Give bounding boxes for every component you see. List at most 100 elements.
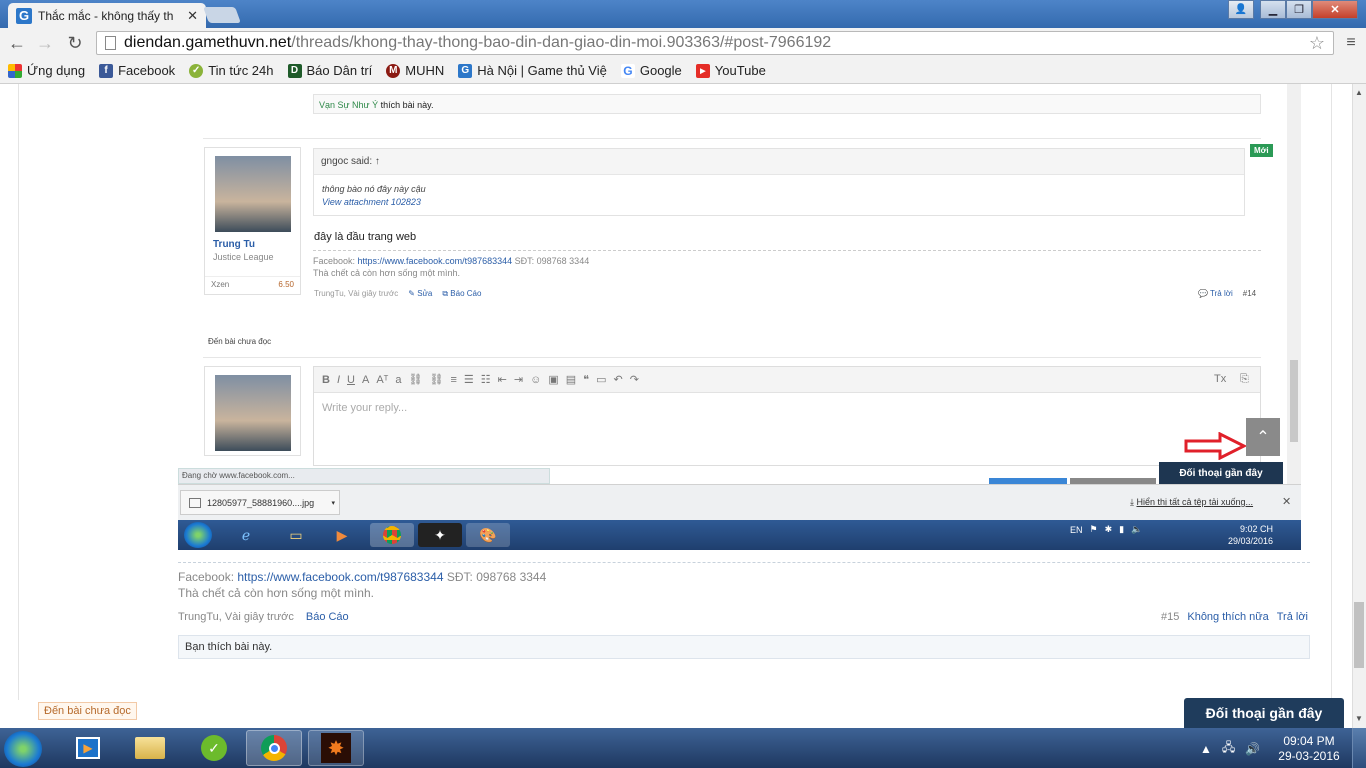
chrome-icon: [261, 735, 287, 761]
scroll-up-icon[interactable]: ▲: [1355, 88, 1363, 97]
taskbar-explorer[interactable]: [122, 730, 178, 766]
bookmark-facebook[interactable]: f Facebook: [99, 63, 175, 78]
system-clock[interactable]: 09:04 PM 29-03-2016: [1278, 734, 1340, 764]
report-label: Báo Cáo: [450, 289, 482, 298]
reply-link[interactable]: 💬 Trả lời: [1198, 289, 1233, 298]
embedded-taskbar: ℯ ▭ ▶ ✦ 🎨 EN ⚑ ✱ ▮ 🔈 9:02 CH 29/03/2016: [178, 520, 1301, 550]
like-summary: Bạn thích bài này.: [178, 635, 1310, 659]
bookmarks-bar: Ứng dụng f Facebook ✓ Tin tức 24h D Báo Dân…: [0, 58, 1366, 84]
font-color-icon: A: [361, 373, 370, 386]
page-scroll-thumb[interactable]: [1354, 602, 1364, 668]
start-orb-icon: [184, 522, 212, 548]
system-tray: ▲ 🖧 🔊: [1200, 738, 1260, 759]
post-actions: #15 Không thích nữa Trả lời: [1161, 611, 1308, 623]
sig-link[interactable]: https://www.facebook.com/t987683344: [358, 256, 513, 266]
download-item: 12805977_58881960....jpg ▾: [180, 490, 340, 515]
sig-prefix: Facebook:: [313, 256, 358, 266]
bookmark-apps[interactable]: Ứng dụng: [8, 63, 85, 78]
new-tab-button[interactable]: [203, 7, 241, 23]
gamethu-icon: G: [458, 63, 473, 78]
profile-button[interactable]: 👤: [1228, 0, 1254, 19]
embedded-username[interactable]: Trung Tu: [213, 239, 255, 250]
embedded-signature: Facebook: https://www.facebook.com/t9876…: [313, 255, 589, 279]
embedded-download-bar: 12805977_58881960....jpg ▾ ⤓ Hiển thị tất…: [178, 484, 1301, 520]
post-author-time[interactable]: TrungTu, Vài giây trước: [178, 611, 294, 623]
dantri-icon: D: [287, 63, 302, 78]
embedded-post-meta: TrungTu, Vài giây trước ✎ Sửa ⧉ Báo Cáo: [314, 289, 481, 299]
attachment-link[interactable]: View attachment 102823: [322, 196, 426, 209]
minimize-button[interactable]: ▁: [1260, 0, 1286, 19]
game-icon: ✦: [418, 523, 462, 547]
unlink-icon: ⛓: [429, 374, 444, 386]
editor-toolbar: BIU A Aᵀ a ⛓ ⛓ ≡ ☰ ☷ ⇤ ⇥ ☺ ▣ ▤ ❝ ▭ ↶ ↷: [314, 367, 1260, 393]
taskbar-chrome[interactable]: [246, 730, 302, 766]
embedded-message: đây là đầu trang web: [314, 231, 417, 243]
quote-text: thông bào nó đây này cậu: [322, 184, 426, 194]
unread-posts-button[interactable]: Đến bài chưa đọc: [38, 702, 137, 720]
show-all-downloads: ⤓ Hiển thị tất cả tệp tải xuống...: [1130, 497, 1253, 508]
currency-label: Xzen: [211, 280, 230, 289]
embedded-like-text: thích bài này.: [378, 100, 434, 110]
bookmark-google[interactable]: G Google: [620, 63, 682, 78]
language-indicator: EN: [1070, 524, 1083, 535]
quote-icon: ❝: [583, 374, 590, 386]
page-icon: [105, 36, 116, 50]
network-icon[interactable]: 🖧: [1222, 738, 1235, 759]
post-number[interactable]: #15: [1161, 611, 1179, 623]
chrome-icon: [370, 523, 414, 547]
start-button[interactable]: [4, 731, 42, 767]
reload-icon[interactable]: ↻: [64, 32, 86, 54]
pencil-icon: ✎: [408, 289, 418, 298]
embedded-quote: gngoc said: ↑ thông bào nó đây này cậu V…: [313, 148, 1245, 216]
post-signature: Facebook: https://www.facebook.com/t9876…: [178, 569, 546, 601]
taskbar-coccoc[interactable]: ✓: [186, 730, 242, 766]
close-window-button[interactable]: ✕: [1312, 0, 1358, 19]
font-size-icon: Aᵀ: [376, 373, 389, 386]
address-bar[interactable]: diendan.gamethuvn.net/threads/khong-thay…: [96, 31, 1334, 55]
bookmark-muhn[interactable]: M MUHN: [386, 63, 444, 78]
reply-button[interactable]: Trả lời: [1277, 611, 1308, 623]
volume-icon[interactable]: 🔊: [1245, 742, 1260, 756]
new-badge: Mới: [1250, 144, 1273, 157]
report-button[interactable]: Báo Cáo: [306, 611, 349, 623]
bookmark-news[interactable]: ✓ Tin tức 24h: [189, 63, 274, 78]
embedded-clock-time: 9:02 CH: [1240, 524, 1274, 534]
taskbar-media-player[interactable]: ▶: [60, 730, 116, 766]
recent-conversations-button[interactable]: Đối thoại gần đây: [1184, 698, 1344, 728]
embedded-conversations-bar: Đối thoại gần đây: [1159, 462, 1283, 484]
scroll-to-top-button: ⌃: [1246, 418, 1280, 456]
sig-quote: Thà chết cả còn hơn sống một mình.: [313, 268, 460, 278]
tray-expand-icon[interactable]: ▲: [1200, 742, 1212, 756]
edit-link[interactable]: ✎ Sửa: [408, 289, 432, 299]
tab-active[interactable]: G Thắc mắc - không thấy th ✕: [8, 3, 206, 28]
bookmark-label: Google: [639, 63, 682, 78]
embedded-like-user: Vạn Sự Như Ý: [319, 100, 379, 110]
unlike-button[interactable]: Không thích nữa: [1187, 611, 1268, 623]
indent-icon: ⇥: [513, 374, 524, 386]
close-tab-icon[interactable]: ✕: [187, 8, 198, 24]
report-link[interactable]: ⧉ Báo Cáo: [442, 289, 481, 299]
clock-time: 09:04 PM: [1283, 734, 1335, 748]
back-arrow-icon[interactable]: ←: [6, 32, 28, 54]
signature-facebook-link[interactable]: https://www.facebook.com/t987683344: [237, 570, 443, 584]
clock-date: 29-03-2016: [1278, 749, 1340, 763]
underline-icon: U: [347, 373, 355, 386]
taskbar-game[interactable]: ✸: [308, 730, 364, 766]
bookmark-gamethu[interactable]: G Hà Nội | Game thủ Việ: [458, 63, 607, 78]
ie-icon: ℯ: [241, 526, 251, 543]
maximize-button[interactable]: ❐: [1286, 0, 1312, 19]
menu-icon[interactable]: ≡: [1340, 32, 1362, 54]
bookmark-youtube[interactable]: ▶ YouTube: [695, 63, 766, 78]
news-icon: ✓: [189, 63, 204, 78]
avatar[interactable]: [215, 156, 291, 232]
bookmark-dantri[interactable]: D Báo Dân trí: [287, 63, 372, 78]
quote-author[interactable]: gngoc said: ↑: [314, 149, 1244, 175]
site-favicon-icon: G: [16, 7, 32, 24]
scroll-down-icon[interactable]: ▼: [1355, 714, 1363, 723]
show-desktop-button[interactable]: [1352, 728, 1366, 768]
forward-arrow-icon[interactable]: →: [34, 32, 56, 54]
apps-icon: [8, 63, 22, 78]
bookmark-star-icon[interactable]: ☆: [1309, 33, 1325, 54]
folder-icon: ▭: [289, 526, 303, 543]
embedded-reply-row: 💬 Trả lời #14: [1198, 289, 1256, 298]
